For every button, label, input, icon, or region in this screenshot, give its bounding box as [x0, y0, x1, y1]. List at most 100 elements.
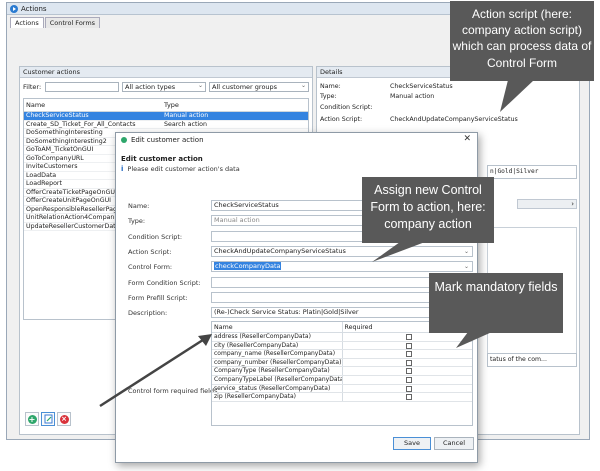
field-name: company_number (ResellerCompanyData): [214, 358, 343, 367]
delete-action-button[interactable]: ×: [57, 412, 71, 426]
dialog-info-text: Please edit customer action's data: [127, 165, 240, 173]
detail-condition-label: Condition Script:: [320, 104, 373, 111]
action-type-select[interactable]: All action types ⌄: [122, 82, 206, 92]
required-cell: [343, 350, 473, 358]
description-label: Description:: [128, 308, 168, 317]
table-row: service_status (ResellerCompanyData): [212, 384, 472, 394]
list-item[interactable]: CheckServiceStatus Manual action: [24, 112, 308, 121]
action-script-row: Action Script: CheckAndUpdateCompanyServi…: [128, 246, 473, 257]
detail-condition-row: Condition Script:: [320, 104, 390, 111]
table-row: company_name (ResellerCompanyData): [212, 350, 472, 359]
name-label: Name:: [128, 201, 150, 210]
required-cell: [343, 393, 473, 401]
control-form-row: Control Form: checkCompanyData ⌄: [128, 261, 473, 272]
close-icon[interactable]: ✕: [463, 134, 471, 144]
detail-name-label: Name:: [320, 83, 341, 90]
list-item[interactable]: Create_SD_Ticket_For_All_Contacts Search …: [24, 120, 308, 129]
customer-actions-title: Customer actions: [20, 67, 312, 78]
form-condition-label: Form Condition Script:: [128, 278, 201, 287]
tab-actions[interactable]: Actions: [10, 17, 44, 28]
callout-mandatory: Mark mandatory fields: [429, 273, 563, 333]
detail-type-value: Manual action: [390, 93, 435, 100]
detail-description-box: n|Gold|Silver: [487, 165, 577, 179]
required-checkbox[interactable]: [405, 394, 412, 401]
field-name: company_name (ResellerCompanyData): [212, 350, 343, 358]
required-cell: [343, 376, 473, 384]
horizontal-scrollbar[interactable]: ›: [517, 199, 577, 209]
req-column-name: Name: [212, 322, 343, 332]
callout-control-form: Assign new Control Form to action, here:…: [362, 177, 494, 243]
cancel-button[interactable]: Cancel: [434, 437, 474, 450]
edit-action-button[interactable]: [41, 412, 55, 426]
detail-action-value: CheckAndUpdateCompanyServiceStatus: [390, 116, 518, 123]
save-button[interactable]: Save: [393, 437, 431, 450]
form-prefill-label: Form Prefill Script:: [128, 293, 188, 302]
action-script-value: CheckAndUpdateCompanyServiceStatus: [214, 247, 346, 255]
required-label-row: Control form required fields: [128, 387, 218, 395]
add-action-button[interactable]: +: [25, 412, 39, 426]
chevron-right-icon: ›: [571, 200, 574, 208]
detail-action-row: Action Script: CheckAndUpdateCompanyServi…: [320, 116, 518, 123]
filter-input[interactable]: [45, 82, 119, 92]
field-name: CompanyType (ResellerCompanyData): [212, 367, 343, 375]
required-checkbox[interactable]: [405, 359, 412, 366]
chevron-down-icon: ⌄: [463, 263, 469, 270]
chevron-down-icon: ⌄: [300, 82, 306, 89]
callout-action-script: Action script (here: company action scri…: [450, 1, 594, 81]
action-type: Search action: [164, 120, 208, 128]
column-name[interactable]: Name: [24, 99, 162, 111]
required-cell: [343, 359, 473, 367]
dialog-icon: [121, 136, 127, 143]
table-row: city (ResellerCompanyData): [212, 341, 472, 351]
required-checkbox[interactable]: [405, 368, 412, 375]
control-form-select[interactable]: checkCompanyData ⌄: [211, 261, 473, 272]
dialog-titlebar: Edit customer action ✕: [116, 133, 477, 146]
detail-action-label: Action Script:: [320, 116, 363, 123]
table-row: CompanyType (ResellerCompanyData): [212, 367, 472, 376]
table-row: zip (ResellerCompanyData): [212, 393, 472, 402]
chevron-down-icon: ⌄: [463, 248, 469, 255]
detail-status-box: tatus of the com...: [487, 353, 577, 367]
chevron-down-icon: ⌄: [197, 82, 203, 89]
control-form-value: checkCompanyData: [214, 262, 282, 270]
required-cell: [343, 333, 473, 341]
tab-control-forms[interactable]: Control Forms: [44, 17, 101, 28]
action-name: Create_SD_Ticket_For_All_Contacts: [26, 120, 136, 128]
table-row: company_number (ResellerCompanyData): [212, 358, 473, 368]
tab-bar: Actions Control Forms: [10, 17, 101, 28]
field-name: address (ResellerCompanyData): [212, 333, 343, 341]
dialog-info: i Please edit customer action's data: [121, 165, 240, 173]
required-checkbox[interactable]: [405, 385, 412, 392]
delete-icon: ×: [59, 414, 69, 424]
filter-row: Filter: All action types ⌄ All customer g…: [23, 82, 309, 92]
required-checkbox[interactable]: [405, 342, 412, 349]
required-checkbox[interactable]: [405, 334, 412, 340]
action-script-select[interactable]: CheckAndUpdateCompanyServiceStatus ⌄: [211, 246, 473, 257]
action-type: Manual action: [164, 112, 209, 119]
info-icon: i: [121, 165, 124, 173]
window-title: Actions: [21, 4, 47, 13]
edit-icon: [44, 414, 52, 424]
table-row: address (ResellerCompanyData): [212, 333, 472, 342]
detail-type-row: Type: Manual action: [320, 93, 434, 100]
customer-group-select[interactable]: All customer groups ⌄: [209, 82, 309, 92]
table-row: CompanyTypeLabel (ResellerCompanyData): [212, 375, 473, 385]
action-name: CheckServiceStatus: [26, 112, 89, 119]
required-checkbox[interactable]: [405, 351, 412, 358]
field-name: city (ResellerCompanyData): [212, 341, 343, 350]
dialog-subtitle: Edit customer action: [121, 155, 203, 163]
list-buttons: + ×: [25, 412, 73, 426]
form-prefill-row: Form Prefill Script:: [128, 292, 473, 303]
detail-name-value: CheckServiceStatus: [390, 83, 453, 90]
app-icon: [10, 4, 18, 13]
plus-icon: +: [27, 414, 37, 424]
field-name: service_status (ResellerCompanyData): [212, 384, 343, 393]
detail-name-row: Name: CheckServiceStatus: [320, 83, 453, 90]
list-header: Name Type: [24, 99, 308, 112]
customer-group-value: All customer groups: [212, 83, 278, 91]
detail-type-label: Type:: [320, 93, 337, 100]
column-type[interactable]: Type: [162, 99, 308, 111]
required-checkbox[interactable]: [405, 376, 412, 383]
dialog-title: Edit customer action: [131, 135, 204, 144]
action-script-label: Action Script:: [128, 247, 172, 256]
